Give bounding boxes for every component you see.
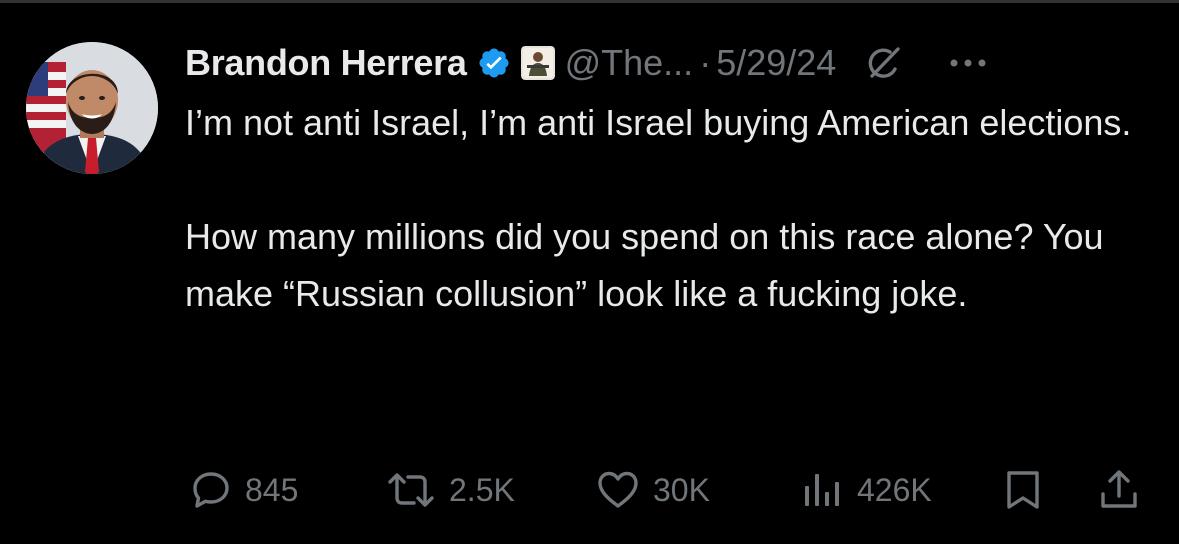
author-handle[interactable]: @The...	[565, 42, 694, 84]
views-button[interactable]: 426K	[799, 466, 932, 514]
tweet-paragraph: How many millions did you spend on this …	[185, 216, 1104, 314]
like-button[interactable]: 30K	[595, 466, 710, 514]
reply-count: 845	[245, 471, 299, 508]
tweet-date[interactable]: 5/29/24	[716, 42, 836, 84]
tweet-text: I’m not anti Israel, I’m anti Israel buy…	[185, 94, 1155, 322]
views-count: 426K	[857, 471, 932, 508]
like-icon	[598, 471, 638, 508]
repost-icon	[388, 473, 434, 507]
top-divider	[0, 0, 1179, 3]
bookmark-button[interactable]	[1003, 466, 1043, 514]
share-icon	[1101, 470, 1137, 508]
reply-icon	[193, 472, 229, 508]
share-button[interactable]	[1097, 466, 1141, 514]
like-count: 30K	[653, 471, 710, 508]
tweet-paragraph: I’m not anti Israel, I’m anti Israel buy…	[185, 102, 1132, 143]
repost-button[interactable]: 2.5K	[385, 466, 515, 514]
affiliate-badge-icon[interactable]	[520, 46, 555, 80]
author-name[interactable]: Brandon Herrera	[185, 42, 467, 84]
avatar[interactable]	[26, 42, 158, 174]
views-icon	[805, 474, 839, 506]
bookmark-icon	[1007, 471, 1039, 509]
repost-count: 2.5K	[449, 471, 515, 508]
more-icon[interactable]	[946, 53, 990, 73]
tweet-header: Brandon Herrera @The... · 5/29/24	[185, 40, 1155, 86]
verified-badge-icon[interactable]	[477, 46, 511, 80]
action-bar: 845 2.5K 30K 426K	[185, 466, 1145, 514]
grok-icon[interactable]	[864, 43, 904, 83]
separator-dot: ·	[699, 42, 712, 83]
reply-button[interactable]: 845	[189, 466, 298, 514]
